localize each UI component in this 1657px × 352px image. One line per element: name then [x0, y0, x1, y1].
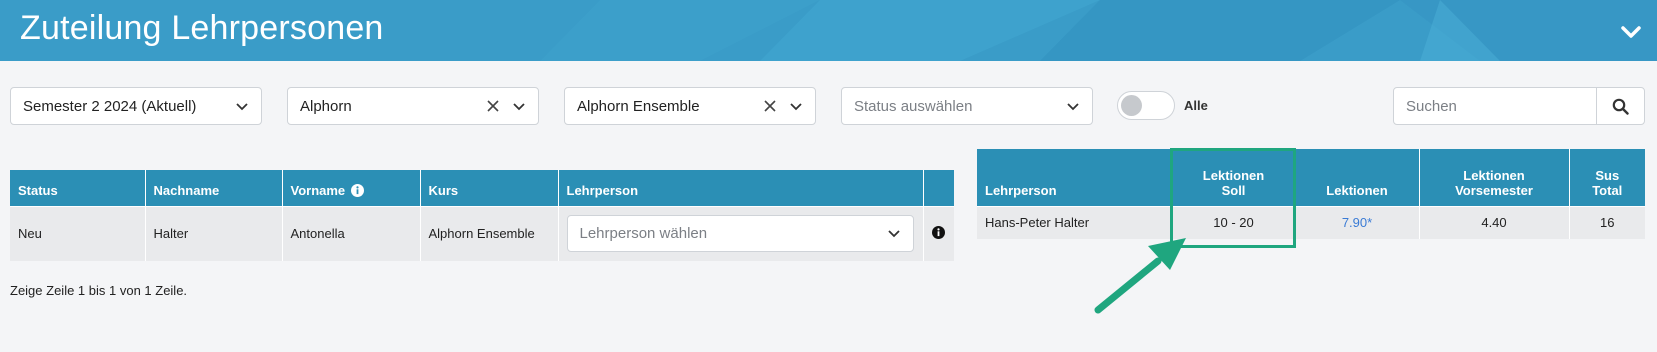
course-select-value: Alphorn Ensemble	[577, 98, 700, 115]
teachers-table-header: Lehrperson Lektionen Soll Lektionen Lekt…	[977, 149, 1645, 206]
cell-nachname: Halter	[145, 205, 283, 261]
table-row: Hans-Peter Halter 10 - 20 7.90* 4.40 16	[977, 205, 1645, 239]
column-header-vorname-label: Vorname	[290, 182, 346, 198]
semester-select[interactable]: Semester 2 2024 (Aktuell)	[10, 87, 262, 125]
search-box	[1393, 87, 1645, 125]
header-line: Sus	[1595, 167, 1620, 183]
pagination-info: Zeige Zeile 1 bis 1 von 1 Zeile.	[10, 283, 188, 298]
chevron-down-icon	[1067, 103, 1079, 111]
column-header-lehrperson[interactable]: Lehrperson	[977, 149, 1173, 206]
page-title: Zuteilung Lehrpersonen	[20, 9, 384, 47]
close-icon[interactable]	[763, 99, 777, 113]
column-header-status[interactable]: Status	[10, 170, 146, 206]
chevron-down-icon[interactable]	[1619, 22, 1643, 42]
show-all-label: Alle	[1184, 98, 1208, 113]
table-row: Neu Halter Antonella Alphorn Ensemble Le…	[10, 205, 954, 261]
column-header-sus-total[interactable]: Sus Total	[1569, 149, 1645, 206]
cell-kurs: Alphorn Ensemble	[420, 205, 559, 261]
lektionen-link[interactable]: 7.90*	[1342, 215, 1372, 230]
search-icon	[1612, 98, 1629, 115]
semester-select-value: Semester 2 2024 (Aktuell)	[23, 98, 197, 115]
cell-lektionen-soll: 10 - 20	[1172, 205, 1296, 239]
header-line: Soll	[1221, 182, 1246, 198]
students-table: Status Nachname Vorname Kurs Lehrperson …	[10, 170, 954, 261]
teacher-select[interactable]: Lehrperson wählen	[566, 215, 914, 253]
cell-lektionen-vorsemester: 4.40	[1419, 205, 1570, 239]
close-icon[interactable]	[486, 99, 500, 113]
cell-actions	[923, 205, 954, 261]
column-header-lehrperson[interactable]: Lehrperson	[558, 170, 924, 206]
teacher-select-placeholder: Lehrperson wählen	[579, 225, 708, 243]
header-line: Total	[1592, 182, 1623, 198]
column-header-nachname[interactable]: Nachname	[145, 170, 283, 206]
header-line: Lektionen	[1202, 167, 1265, 183]
page-header: Zuteilung Lehrpersonen	[0, 0, 1657, 61]
chevron-down-icon	[790, 103, 802, 111]
chevron-down-icon	[887, 230, 900, 238]
cell-lehrperson: Lehrperson wählen	[558, 205, 924, 261]
header-line: Vorsemester	[1455, 182, 1533, 198]
cell-sus-total: 16	[1569, 205, 1645, 239]
header-line: Lektionen	[1463, 167, 1525, 183]
cell-vorname: Antonella	[282, 205, 421, 261]
instrument-select[interactable]: Alphorn	[287, 87, 539, 125]
info-icon[interactable]	[932, 225, 946, 239]
status-select[interactable]: Status auswählen	[841, 87, 1093, 125]
column-header-lektionen-soll[interactable]: Lektionen Soll	[1172, 149, 1296, 206]
info-icon[interactable]	[351, 183, 365, 197]
teachers-table: Lehrperson Lektionen Soll Lektionen Lekt…	[977, 149, 1645, 239]
column-header-lektionen[interactable]: Lektionen	[1295, 149, 1420, 206]
cell-lehrperson: Hans-Peter Halter	[977, 205, 1173, 239]
chevron-down-icon	[236, 103, 248, 111]
search-button[interactable]	[1596, 88, 1644, 124]
toggle-knob	[1121, 95, 1142, 116]
chevron-down-icon	[513, 103, 525, 111]
column-header-kurs[interactable]: Kurs	[420, 170, 559, 206]
search-input[interactable]	[1394, 88, 1597, 124]
students-table-header: Status Nachname Vorname Kurs Lehrperson	[10, 170, 954, 206]
column-header-actions	[923, 170, 954, 206]
cell-status: Neu	[10, 205, 146, 261]
column-header-vorname[interactable]: Vorname	[282, 170, 421, 206]
instrument-select-value: Alphorn	[300, 98, 352, 115]
course-select[interactable]: Alphorn Ensemble	[564, 87, 816, 125]
cell-lektionen: 7.90*	[1295, 205, 1420, 239]
column-header-lektionen-vorsemester[interactable]: Lektionen Vorsemester	[1419, 149, 1570, 206]
show-all-toggle[interactable]	[1117, 91, 1175, 120]
status-select-placeholder: Status auswählen	[854, 98, 973, 115]
